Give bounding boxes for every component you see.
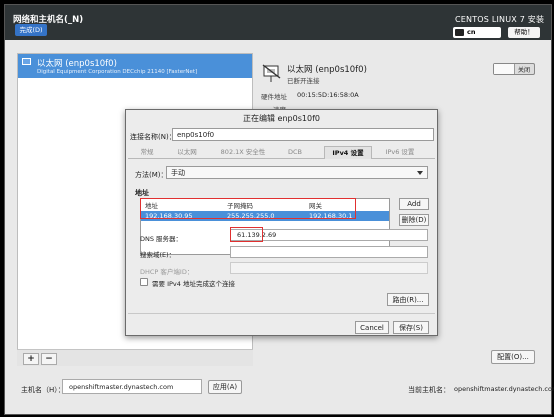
connection-name-label: 连接名称(N)：	[130, 133, 176, 141]
installer-window: 网络和主机名(_N) 完成(D) CENTOS LINUX 7 安装 cn 帮助…	[4, 4, 554, 415]
method-select[interactable]: 手动	[166, 166, 428, 179]
toggle-label: 关闭	[518, 67, 531, 74]
device-title: 以太网 (enp0s10f0)	[287, 65, 367, 75]
method-label: 方法(M)：	[135, 171, 168, 179]
search-domains-input[interactable]	[230, 246, 428, 258]
dns-servers-label: DNS 服务器：	[140, 235, 183, 243]
device-toggle[interactable]: 关闭	[493, 63, 535, 75]
hardware-address-label: 硬件地址	[261, 93, 287, 101]
keyboard-icon	[455, 29, 464, 36]
add-address-button[interactable]: Add	[399, 198, 429, 210]
keyboard-layout-indicator[interactable]: cn	[453, 27, 501, 38]
settings-tabs: 常规 以太网 802.1X 安全性 DCB IPv4 设置 IPv6 设置	[128, 146, 435, 159]
device-description: Digital Equipment Corporation DECchip 21…	[37, 69, 198, 75]
require-ipv4-label: 需要 IPv4 地址完成这个连接	[152, 280, 235, 288]
apply-hostname-button[interactable]: 应用(A)	[208, 380, 242, 394]
tab-dcb[interactable]: DCB	[282, 146, 308, 159]
ethernet-icon	[262, 64, 281, 82]
device-list-toolbar: + −	[17, 349, 253, 366]
highlight-box-address	[140, 198, 356, 219]
hostname-input[interactable]: openshiftmaster.dynastech.com	[62, 379, 202, 394]
search-domains-label: 搜索域(E)：	[140, 251, 176, 259]
help-button[interactable]: 帮助！	[508, 27, 540, 38]
done-button[interactable]: 完成(D)	[15, 24, 47, 36]
toggle-knob	[494, 64, 515, 74]
connection-status: 已断开连接	[287, 77, 320, 85]
configure-button[interactable]: 配置(O)...	[491, 350, 535, 364]
address-section-title: 地址	[135, 189, 149, 197]
device-list-item[interactable]: 以太网 (enp0s10f0) Digital Equipment Corpor…	[18, 54, 252, 78]
highlight-box-dns	[230, 227, 263, 242]
current-hostname-value: openshiftmaster.dynastech.com	[454, 385, 554, 393]
tab-ethernet[interactable]: 以太网	[170, 146, 204, 159]
keyboard-layout-code: cn	[467, 28, 476, 36]
install-title: CENTOS LINUX 7 安装	[455, 15, 545, 24]
require-ipv4-checkbox[interactable]	[140, 278, 148, 286]
tab-general[interactable]: 常规	[134, 146, 160, 159]
tab-ipv6-settings[interactable]: IPv6 设置	[378, 146, 422, 159]
top-bar: 网络和主机名(_N) 完成(D) CENTOS LINUX 7 安装 cn 帮助…	[5, 5, 551, 40]
tab-ipv4-settings[interactable]: IPv4 设置	[324, 146, 372, 159]
tab-8021x-security[interactable]: 802.1X 安全性	[212, 146, 274, 159]
hardware-address-value: 00:15:5D:16:58:0A	[297, 91, 359, 99]
routes-button[interactable]: 路由(R)...	[387, 293, 429, 306]
dialog-title: 正在编辑 enp0s10f0	[243, 114, 320, 123]
edit-connection-dialog: 正在编辑 enp0s10f0 连接名称(N)： enp0s10f0 常规 以太网…	[125, 109, 438, 336]
dhcp-client-id-label: DHCP 客户端ID：	[140, 268, 194, 276]
remove-device-button[interactable]: −	[41, 353, 57, 365]
device-name: 以太网 (enp0s10f0)	[37, 59, 117, 69]
divider	[128, 313, 435, 314]
method-value: 手动	[171, 169, 185, 177]
add-device-button[interactable]: +	[23, 353, 39, 365]
current-hostname-label: 当前主机名：	[408, 386, 450, 394]
hostname-label: 主机名（H）：	[21, 386, 65, 394]
dhcp-client-id-input	[230, 262, 428, 274]
chevron-down-icon	[417, 171, 423, 175]
delete-address-button[interactable]: 删除(D)	[399, 214, 429, 226]
cancel-button[interactable]: Cancel	[355, 321, 389, 334]
connection-name-input[interactable]: enp0s10f0	[172, 128, 434, 141]
network-device-icon	[22, 58, 31, 65]
save-button[interactable]: 保存(S)	[393, 321, 429, 334]
